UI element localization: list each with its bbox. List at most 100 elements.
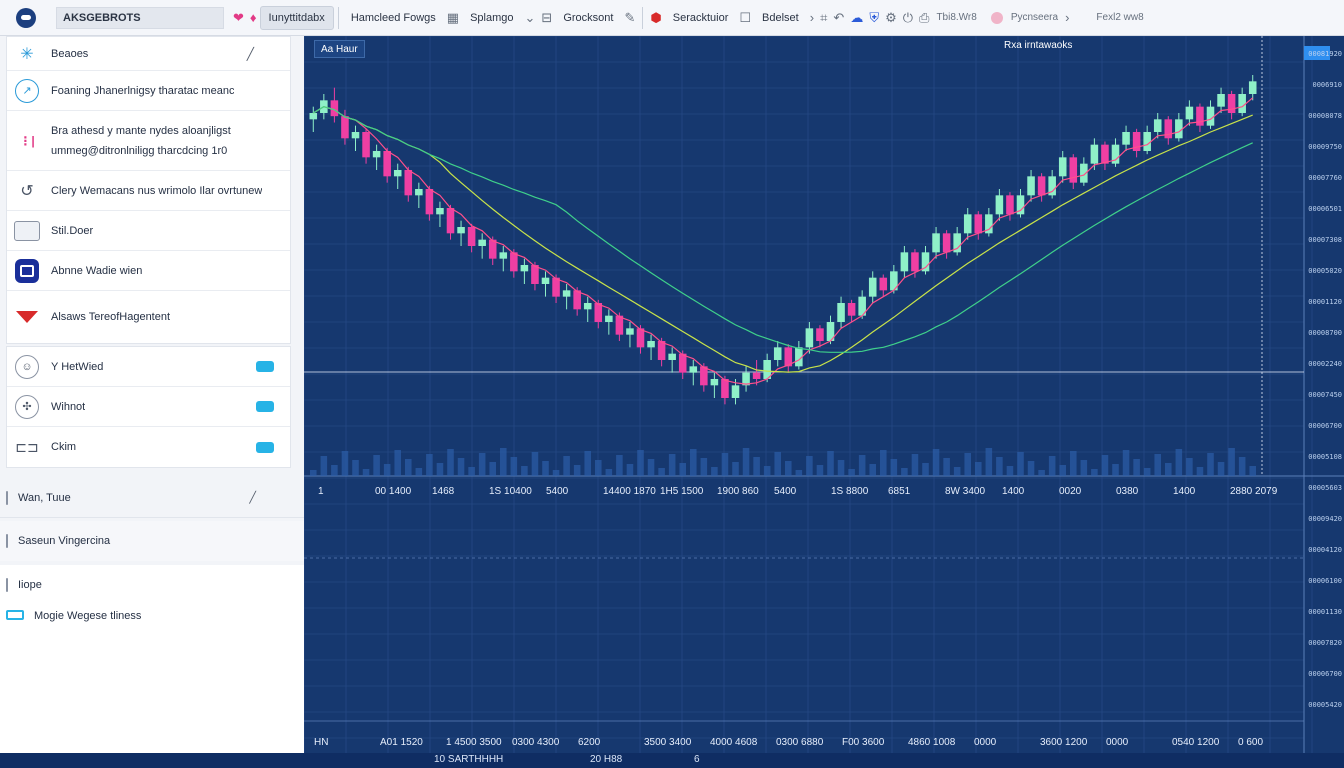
- chevron-down-icon[interactable]: ⌄: [525, 10, 536, 26]
- candle-body: [1006, 195, 1014, 215]
- grid-icon[interactable]: ▦: [447, 10, 459, 26]
- price-tick-label: 00007760: [1308, 174, 1342, 182]
- candle-body: [499, 252, 508, 259]
- time-tick-label: 1H5 1500: [660, 486, 704, 497]
- sidebar-item-history[interactable]: ↺ Clery Wemacans nus wrimolo Ilar ovrtun…: [7, 171, 290, 211]
- candle-body: [721, 379, 729, 398]
- volume-bar: [763, 466, 771, 476]
- time-tick-label: 1: [318, 486, 324, 497]
- volume-bar: [1122, 450, 1130, 476]
- square-icon[interactable]: ☐: [739, 10, 751, 26]
- chart-study-label: Rxa irntawaoks: [1004, 40, 1073, 51]
- sidebar-item-orders[interactable]: ⋮| Bra athesd y mante nydes aloanjligst …: [7, 111, 290, 171]
- time-tick-label: 1S 10400: [489, 486, 532, 497]
- tab-indicators[interactable]: Hamcleed Fowgs: [343, 6, 444, 30]
- volume-bar: [1080, 460, 1088, 476]
- volume-bar: [626, 464, 634, 476]
- volume-bar: [1154, 454, 1161, 476]
- time-tick-label: 1468: [432, 486, 455, 497]
- volume-bar: [1228, 448, 1235, 476]
- volume-bar: [996, 457, 1003, 476]
- sidebar-item-card[interactable]: Mogie Wegese tliness: [0, 596, 304, 636]
- cloud-icon[interactable]: ☁: [850, 10, 863, 26]
- link-icon: ⊏⊐: [15, 438, 39, 455]
- time-tick-label: 5400: [546, 486, 569, 497]
- sidebar-item-details[interactable]: Stil.Doer: [7, 211, 290, 251]
- time-tick-label: 1S 8800: [831, 486, 869, 497]
- candle-body: [1217, 94, 1225, 107]
- toggle-switch[interactable]: [256, 401, 274, 412]
- heart-icon[interactable]: ❤: [233, 10, 244, 26]
- account-name[interactable]: Pycnseera: [1011, 12, 1058, 23]
- time-tick-label: 0000: [974, 737, 997, 748]
- time-tick-label: 0540 1200: [1172, 737, 1220, 748]
- candle-body: [1153, 119, 1162, 132]
- time-tick-label: 4000 4608: [710, 737, 758, 748]
- power-icon[interactable]: ⏻: [903, 10, 913, 26]
- sidebar-item-panel[interactable]: Saseun Vingercina: [0, 521, 304, 561]
- sidebar-item-label: Clery Wemacans nus wrimolo Ilar ovrtunew: [51, 184, 263, 197]
- sidebar-item-alerts[interactable]: Alsaws TereofHagentent: [7, 291, 290, 343]
- sidebar-toggle-row[interactable]: ⊏⊐ Ckim: [7, 427, 290, 467]
- tab-replay[interactable]: Bdelset: [754, 6, 807, 30]
- sidebar-item-favorites[interactable]: ✳ Beaoes ╱: [7, 37, 290, 71]
- volume-bar: [711, 467, 718, 476]
- symbol-search-box[interactable]: AKSGEBROTS: [56, 6, 224, 29]
- volume-bar: [552, 470, 560, 476]
- volume-bar: [658, 468, 665, 476]
- avatar[interactable]: [990, 11, 1003, 24]
- candle-body: [805, 328, 814, 348]
- record-icon[interactable]: ⬢: [650, 10, 661, 26]
- toggle-switch[interactable]: [256, 441, 274, 453]
- bars-icon: ⋮|: [19, 133, 35, 148]
- candle-body: [1037, 176, 1046, 196]
- settings-icon[interactable]: ⚙: [885, 10, 897, 26]
- tab-compare[interactable]: Grocksont: [555, 6, 621, 30]
- pencil-icon[interactable]: ✎: [624, 10, 635, 26]
- volume-bar: [880, 450, 887, 476]
- shield-icon[interactable]: ⛨: [869, 10, 879, 26]
- pin-icon[interactable]: ╱: [249, 491, 256, 504]
- sidebar-item-label: Bra athesd y mante nydes aloanjligst umm…: [51, 124, 231, 157]
- volume-bar: [1027, 461, 1035, 476]
- sidebar-item-label: Wan, Tuue: [18, 491, 71, 504]
- time-tick-label: 1400: [1002, 486, 1025, 497]
- toggle-switch[interactable]: [256, 361, 274, 372]
- volume-bar: [394, 450, 401, 476]
- price-tick-label: 00005420: [1308, 701, 1342, 709]
- app-logo-icon[interactable]: [16, 7, 36, 28]
- tab-alerts[interactable]: Seracktuior: [665, 6, 737, 30]
- price-tick-label: 00002240: [1308, 360, 1342, 368]
- panel-icon: [6, 534, 8, 548]
- time-tick-label: 3500 3400: [644, 737, 692, 748]
- tab-interval[interactable]: Iunyttitdabx: [259, 5, 334, 30]
- pin-icon[interactable]: ╱: [247, 47, 254, 61]
- chart-canvas[interactable]: [304, 36, 1344, 753]
- candle-body: [1238, 94, 1246, 113]
- camera-icon[interactable]: ⌗: [820, 10, 827, 26]
- sidebar-toggle-row[interactable]: ☺ Y HetWied: [7, 347, 290, 387]
- chart-interval-tag[interactable]: Aa Haur: [314, 40, 365, 58]
- time-tick-label: 1400: [1173, 486, 1196, 497]
- volume-bar: [1186, 458, 1193, 476]
- undo-icon[interactable]: ↶: [833, 10, 844, 26]
- sidebar-item-chart[interactable]: ↗ Foaning Jhanerlnigsy tharatac meanc: [7, 71, 290, 111]
- chevron-right-icon[interactable]: ›: [810, 10, 814, 25]
- candle-body: [393, 170, 402, 177]
- tab-templates[interactable]: Splamgo: [462, 6, 521, 30]
- chevron-right-icon[interactable]: ›: [1065, 10, 1069, 25]
- alert-icon[interactable]: ♦: [250, 10, 257, 25]
- time-tick-label: 2880 2079: [1230, 486, 1278, 497]
- price-chart[interactable]: Aa Haur Rxa irntawaoks 00081920 0006910 00…: [304, 36, 1344, 753]
- volume-bar: [331, 465, 338, 476]
- volume-bar: [595, 460, 602, 476]
- price-tick-label: 00009750: [1308, 143, 1342, 151]
- sidebar-toggle-row[interactable]: ✣ Wihnot: [7, 387, 290, 427]
- sidebar-item-news[interactable]: Abnne Wadie wien: [7, 251, 290, 291]
- volume-bar: [901, 468, 908, 476]
- candle-body: [668, 353, 676, 360]
- layout-icon[interactable]: ⊟: [541, 10, 552, 26]
- sidebar-item-window[interactable]: Wan, Tuue ╱: [0, 478, 304, 518]
- camera-snapshot-icon[interactable]: ⎙: [919, 10, 929, 26]
- volume-bar: [1059, 465, 1066, 476]
